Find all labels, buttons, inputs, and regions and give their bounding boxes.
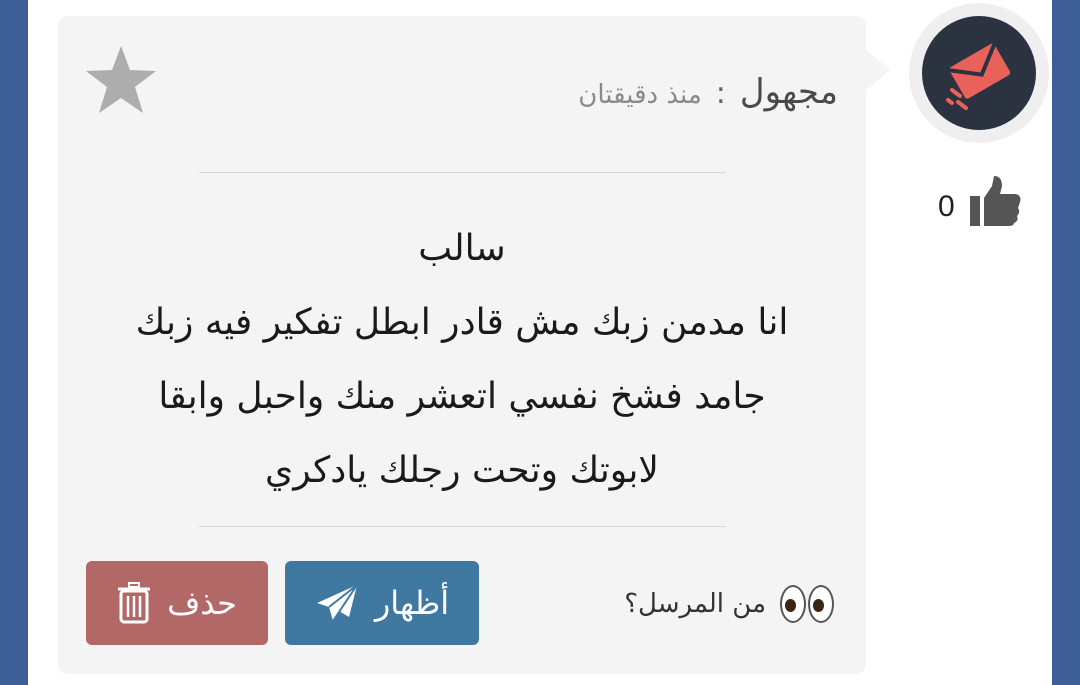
eyes-icon — [778, 585, 834, 623]
paper-plane-icon — [315, 583, 359, 623]
thumbs-up-icon[interactable] — [968, 176, 1022, 232]
message-line: سالب — [418, 228, 506, 269]
star-icon[interactable] — [84, 44, 158, 120]
show-button-label: أظهار — [374, 584, 450, 622]
delete-button-label: حذف — [167, 584, 237, 622]
author-name: مجهول — [739, 72, 838, 112]
sender-question: من المرسل؟ — [624, 589, 766, 619]
message-body: سالب انا مدمن زبك مش قادر ابطل تفكير فيه… — [78, 212, 846, 508]
sender-reveal-prompt: من المرسل؟ — [624, 582, 834, 626]
message-line: جامد فشخ نفسي اتعشر منك واحبل وابقا — [158, 376, 766, 417]
bottom-divider — [199, 526, 726, 527]
like-widget[interactable]: 0 — [930, 172, 1030, 232]
top-divider — [199, 172, 726, 173]
time-ago: منذ دقيقتان — [578, 80, 702, 110]
message-line: لابوتك وتحت رجلك يادكري — [265, 450, 659, 491]
like-count: 0 — [938, 190, 955, 223]
message-header: مجهول : منذ دقيقتان — [578, 72, 838, 122]
sender-avatar — [909, 3, 1049, 143]
message-line: انا مدمن زبك مش قادر ابطل تفكير فيه زبك — [135, 302, 789, 343]
envelope-send-icon — [922, 16, 1036, 130]
message-card: مجهول : منذ دقيقتان سالب انا مدمن زبك مش… — [58, 16, 866, 674]
card-pointer — [866, 50, 890, 90]
header-separator: : — [715, 76, 726, 111]
trash-icon — [117, 582, 151, 624]
delete-button[interactable]: حذف — [86, 561, 268, 645]
show-sender-button[interactable]: أظهار — [285, 561, 479, 645]
